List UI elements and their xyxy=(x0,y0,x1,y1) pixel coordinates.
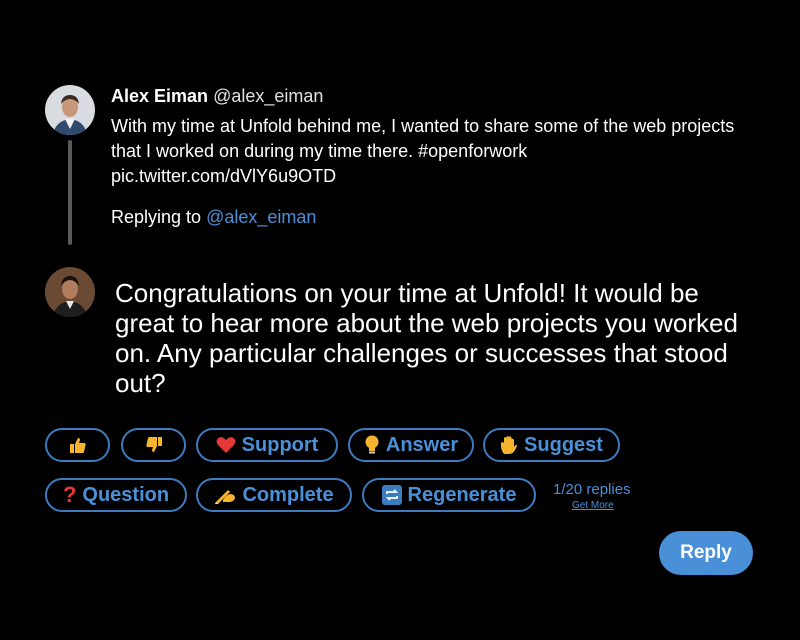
reply-pagination: 1/20 replies xyxy=(553,481,631,498)
support-label: Support xyxy=(241,433,319,456)
question-mark-icon: ? xyxy=(62,482,77,507)
regenerate-label: Regenerate xyxy=(407,483,517,506)
author-handle[interactable]: @alex_eiman xyxy=(213,86,323,106)
replying-label: Replying to xyxy=(111,207,202,227)
complete-button[interactable]: Complete xyxy=(196,478,352,512)
thread-line xyxy=(68,140,72,245)
tweet-header: Alex Eiman @alex_eiman xyxy=(111,86,323,107)
thumbs-down-button[interactable] xyxy=(121,428,186,462)
suggest-button[interactable]: Suggest xyxy=(483,428,620,462)
writing-hand-icon xyxy=(214,486,236,504)
replying-handle-link[interactable]: @alex_eiman xyxy=(206,207,316,227)
support-button[interactable]: Support xyxy=(196,428,338,462)
answer-label: Answer xyxy=(385,433,459,456)
tweet-text: With my time at Unfold behind me, I want… xyxy=(111,116,735,186)
author-name[interactable]: Alex Eiman xyxy=(111,86,208,106)
reply-count-label: replies xyxy=(586,481,631,498)
repeat-icon xyxy=(381,485,402,505)
raised-hand-icon xyxy=(500,435,518,455)
author-avatar[interactable] xyxy=(45,85,95,135)
replying-to: Replying to @alex_eiman xyxy=(111,207,316,228)
heart-icon xyxy=(216,436,236,454)
thumbs-down-icon xyxy=(145,436,163,454)
thumbs-up-button[interactable] xyxy=(45,428,110,462)
answer-button[interactable]: Answer xyxy=(348,428,474,462)
lightbulb-icon xyxy=(364,435,380,455)
user-avatar[interactable] xyxy=(45,267,95,317)
get-more-link[interactable]: Get More xyxy=(572,500,614,511)
reply-button[interactable]: Reply xyxy=(659,531,753,575)
suggest-label: Suggest xyxy=(524,433,603,456)
suggested-reply-text: Congratulations on your time at Unfold! … xyxy=(115,278,738,398)
reply-count-current: 1/20 xyxy=(553,481,583,498)
question-label: Question xyxy=(82,483,170,506)
regenerate-button[interactable]: Regenerate xyxy=(362,478,536,512)
question-button[interactable]: ? Question xyxy=(45,478,187,512)
complete-label: Complete xyxy=(242,483,334,506)
thumbs-up-icon xyxy=(69,436,87,454)
